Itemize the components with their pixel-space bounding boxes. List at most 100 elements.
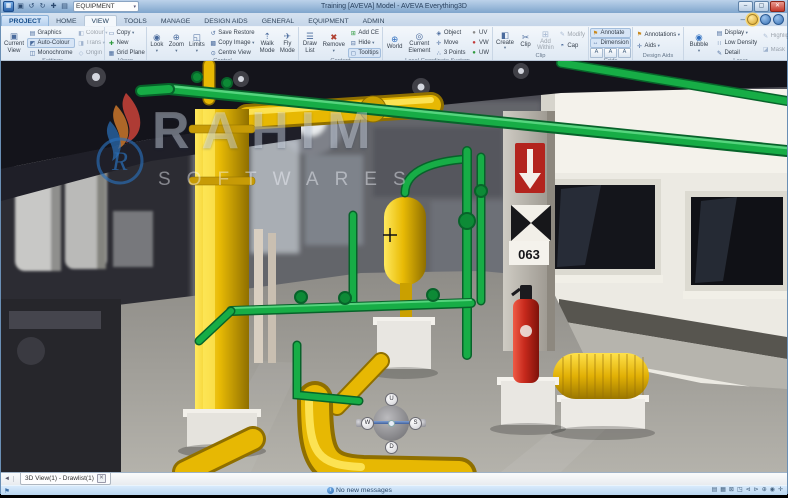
object-button[interactable]: ◈Object	[433, 28, 467, 38]
look-button[interactable]: ◉Look	[148, 28, 166, 58]
tooltips-button[interactable]: ◻Tooltips	[348, 48, 381, 58]
three-points-button[interactable]: ∴3 Points	[433, 48, 467, 58]
minimize-button[interactable]: –	[738, 1, 753, 12]
detail-button[interactable]: ✎Detail	[714, 48, 759, 58]
tab-general[interactable]: GENERAL	[255, 16, 301, 26]
auto-colour-button[interactable]: ◩Auto-Colour	[27, 38, 75, 48]
navigation-compass[interactable]: U D W S	[361, 393, 421, 453]
view-tab-3d-view-1[interactable]: 3D View(1) - Drawlist(1) ✕	[20, 473, 111, 485]
uv-button[interactable]: ●UV	[469, 28, 492, 38]
compass-center-dot	[388, 420, 395, 427]
compass-up-button[interactable]: U	[385, 393, 398, 406]
copy-image-button[interactable]: ▩Copy Image	[208, 38, 257, 48]
centre-view-button[interactable]: ⊙Centre View	[208, 48, 257, 58]
zoom-button[interactable]: ⊕Zoom	[167, 28, 186, 58]
compass-west-button[interactable]: W	[361, 417, 374, 430]
tab-equipment[interactable]: EQUIPMENT	[301, 16, 355, 26]
annotate-button[interactable]: ⚑Annotate	[590, 28, 631, 38]
app-icon[interactable]: ▦	[3, 1, 14, 12]
laser-display-button[interactable]: ▤Display	[714, 28, 759, 38]
add-within-button[interactable]: ⊞AddWithin	[535, 28, 556, 53]
tab-scroll-back-button[interactable]: ◄	[1, 476, 14, 482]
quick-access-toolbar: ▦ ▣ ↺ ↻ ✚ ▤ EQUIPMENT ▾	[1, 1, 139, 12]
close-view-tab-icon[interactable]: ✕	[97, 474, 106, 483]
fly-mode-button[interactable]: ✈FlyMode	[278, 28, 297, 58]
grid-text-size-button[interactable]: A	[604, 48, 617, 58]
group-grids: ⚑Annotate ↔Dimension A A A Grids	[589, 27, 633, 60]
status-flag-icon[interactable]: ⚑	[1, 487, 10, 495]
tab-tools[interactable]: TOOLS	[117, 16, 154, 26]
mask-button[interactable]: ◪Mask	[760, 45, 788, 55]
low-density-icon: ∷	[716, 40, 723, 47]
aids-button[interactable]: ✛Aids	[634, 41, 682, 51]
display-icon: ▤	[716, 30, 723, 37]
uw-button[interactable]: ●UW	[469, 48, 492, 58]
vw-icon: ●	[471, 40, 478, 46]
group-control: ◉Look ⊕Zoom ◱Limits ↺Save Restore ▩Copy …	[147, 27, 299, 60]
current-view-icon: ▣	[10, 32, 18, 41]
add-ce-button[interactable]: ⊞Add CE	[348, 28, 381, 38]
grid-plane-button[interactable]: ▦Grid Plane	[106, 48, 147, 58]
new-view-button[interactable]: ✚New	[106, 38, 147, 48]
save-button[interactable]: ▣	[16, 2, 25, 11]
monochrome-button[interactable]: ◫Monochrome	[27, 48, 75, 58]
minimize-ribbon-icon[interactable]: –	[741, 15, 745, 25]
clip-modify-button[interactable]: ✎Modify	[557, 30, 587, 40]
maximize-button[interactable]: ▢	[754, 1, 769, 12]
add-within-icon: ⊞	[542, 30, 549, 39]
clip-button[interactable]: ✂Clip	[517, 28, 534, 53]
highlight-button[interactable]: ✎Highlight	[760, 31, 788, 41]
trans-button[interactable]: ◨Trans	[76, 38, 110, 48]
chevron-down-icon	[333, 49, 335, 53]
group-label-settings: Settings	[1, 58, 104, 60]
tab-view[interactable]: VIEW	[84, 15, 117, 26]
bubble-button[interactable]: ◉Bubble	[685, 28, 713, 58]
status-message-area[interactable]: i No new messages	[327, 487, 392, 494]
discipline-combo[interactable]: EQUIPMENT ▾	[73, 1, 139, 12]
tab-design-aids[interactable]: DESIGN AIDS	[197, 16, 254, 26]
move-button[interactable]: ✛Move	[433, 38, 467, 48]
redo-button[interactable]: ↻	[38, 2, 47, 11]
group-settings: ▣ Current View ▤Graphics ◩Auto-Colour ◫M…	[1, 27, 105, 60]
current-view-button[interactable]: ▣ Current View	[2, 28, 26, 58]
remove-button[interactable]: ✖Remove	[321, 28, 347, 58]
clip-cap-button[interactable]: ◓Cap	[557, 41, 587, 51]
remove-icon: ✖	[330, 33, 337, 42]
uv-icon: ●	[471, 30, 478, 36]
undo-button[interactable]: ↺	[27, 2, 36, 11]
tab-admin[interactable]: ADMIN	[356, 16, 392, 26]
origin-button[interactable]: ◇Origin	[76, 48, 110, 58]
copy-view-button[interactable]: ▭Copy	[106, 28, 147, 38]
walk-mode-button[interactable]: ⇡WalkMode	[258, 28, 277, 58]
grid-text-style-button[interactable]: A	[618, 48, 631, 58]
graphics-button[interactable]: ▤Graphics	[27, 28, 75, 38]
annotations-button[interactable]: ⚑Annotations	[634, 30, 682, 40]
3d-viewport[interactable]: .gp-d{stroke:#07632a;fill:none;stroke-li…	[1, 61, 787, 472]
save-restore-button[interactable]: ↺Save Restore	[208, 28, 257, 38]
close-button[interactable]: ✕	[770, 1, 785, 12]
options-button[interactable]: ▤	[60, 2, 69, 11]
add-button[interactable]: ✚	[49, 2, 58, 11]
colour-button[interactable]: ◧Colour	[76, 28, 110, 38]
current-element-button[interactable]: ◎CurrentElement	[406, 28, 432, 58]
tab-manage[interactable]: MANAGE	[154, 16, 197, 26]
low-density-button[interactable]: ∷Low Density	[714, 38, 759, 48]
help-highlight-button[interactable]	[747, 14, 758, 25]
community-button[interactable]	[760, 14, 771, 25]
compass-south-button[interactable]: S	[409, 417, 422, 430]
hide-button[interactable]: ⊟Hide	[348, 38, 381, 48]
compass-down-button[interactable]: D	[385, 441, 398, 454]
clip-create-button[interactable]: ◧Create	[494, 28, 516, 53]
limits-button[interactable]: ◱Limits	[187, 28, 207, 58]
survey-target	[511, 205, 551, 241]
grid-text-a-button[interactable]: A	[590, 48, 603, 58]
vw-button[interactable]: ●VW	[469, 38, 492, 48]
tab-home[interactable]: HOME	[49, 16, 83, 26]
world-button[interactable]: ⊕World	[384, 28, 405, 58]
group-label-content: Content	[299, 58, 382, 60]
help-button[interactable]	[773, 14, 784, 25]
draw-list-button[interactable]: ☰DrawList	[300, 28, 320, 58]
grid-plane-icon: ▦	[108, 50, 115, 57]
tab-project[interactable]: PROJECT	[1, 15, 49, 26]
dimension-button[interactable]: ↔Dimension	[590, 38, 631, 48]
